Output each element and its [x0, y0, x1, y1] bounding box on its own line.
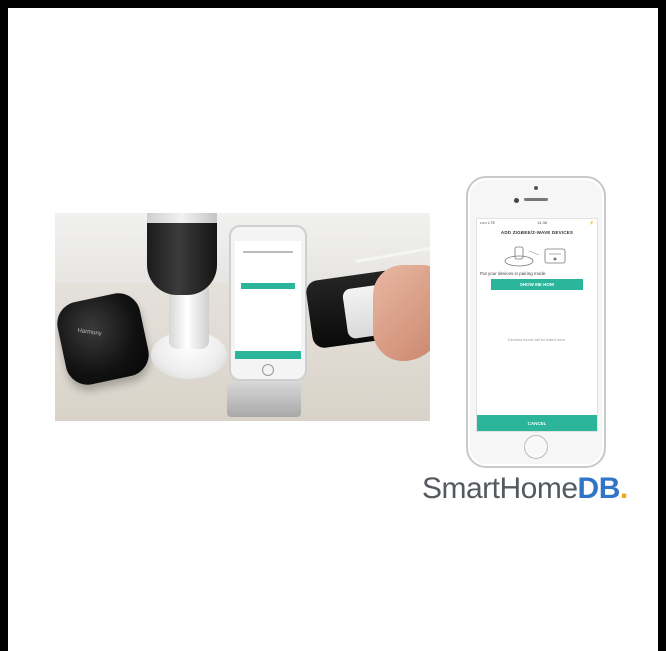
phone-speaker: [524, 198, 548, 201]
logo-text-smarthome: SmartHome: [422, 472, 578, 505]
cancel-button[interactable]: CANCEL: [477, 415, 597, 431]
status-time: 14:36: [537, 220, 548, 225]
photo-phone-stand-base: [227, 381, 301, 417]
phone-screen: ••••• LTE 14:36 ⚡ ADD ZIGBEE/Z-WAVE DEVI…: [476, 218, 598, 432]
logo-dot: .: [619, 472, 628, 505]
photo-phone-title-line: [243, 251, 293, 253]
product-photo: Harmony: [55, 213, 430, 421]
bulb-pairing-illustration-icon: [504, 246, 566, 267]
photo-hub-brand: Harmony: [77, 327, 103, 338]
photo-hub-device: Harmony: [55, 289, 153, 389]
page-title: ADD ZIGBEE/Z-WAVE DEVICES: [500, 230, 574, 235]
status-battery: ⚡: [589, 220, 594, 225]
home-button-icon: [524, 435, 548, 459]
page-frame: Harmony ••••• LTE 14:36 ⚡ ADD ZIGBEE/Z-W…: [8, 8, 658, 651]
status-bar: ••••• LTE 14:36 ⚡: [477, 219, 597, 228]
logo-text-db: DB: [577, 472, 621, 505]
photo-bulb-cap: [147, 213, 217, 223]
smarthomedb-logo: SmartHomeDB.: [422, 472, 628, 506]
photo-phone: [229, 225, 307, 381]
photo-phone-bottom-bar: [235, 351, 301, 359]
photo-phone-home-button: [262, 364, 274, 376]
status-signal: ••••• LTE: [480, 220, 496, 225]
photo-smart-bulb: [147, 213, 217, 295]
devices-found-placeholder: Devices found will be listed here.: [507, 337, 567, 342]
pairing-instruction: Put your devices in pairing mode.: [480, 271, 547, 276]
show-me-how-button[interactable]: SHOW ME HOW: [491, 279, 583, 290]
photo-phone-screen: [235, 241, 301, 359]
phone-sensor-dot: [534, 186, 538, 190]
phone-camera-icon: [514, 198, 519, 203]
phone-mockup: ••••• LTE 14:36 ⚡ ADD ZIGBEE/Z-WAVE DEVI…: [466, 176, 606, 468]
photo-hand: [373, 265, 430, 361]
photo-phone-button: [241, 283, 295, 289]
